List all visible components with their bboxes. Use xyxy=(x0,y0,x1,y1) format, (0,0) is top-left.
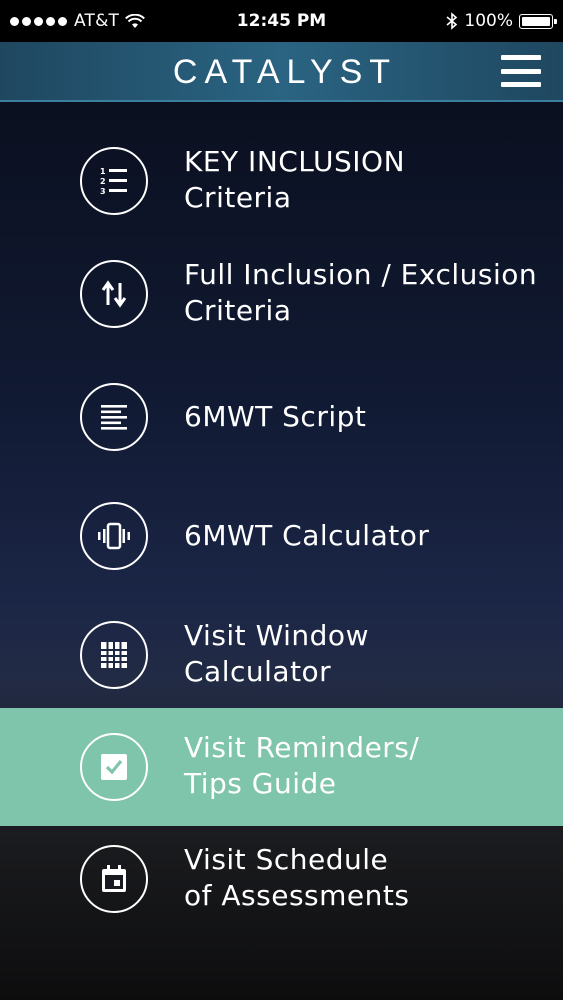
battery-icon xyxy=(519,13,557,29)
numbered-list-icon: 1 2 3 xyxy=(80,147,148,215)
menu-item-full-inclusion-exclusion[interactable]: Full Inclusion / Exclusion Criteria xyxy=(0,235,563,353)
menu-item-line2: Tips Guide xyxy=(184,767,337,800)
menu-item-label: Visit Window Calculator xyxy=(184,618,369,690)
menu-item-line1: Visit Schedule xyxy=(184,843,389,876)
text-lines-icon xyxy=(80,383,148,451)
svg-text:3: 3 xyxy=(100,187,106,196)
menu-item-line1: 6MWT Script xyxy=(184,400,367,433)
calendar-icon xyxy=(80,845,148,913)
menu-item-6mwt-calculator[interactable]: 6MWT Calculator xyxy=(0,477,563,595)
menu-item-label: Full Inclusion / Exclusion Criteria xyxy=(184,257,537,329)
menu-item-visit-window-calculator[interactable]: Visit Window Calculator xyxy=(0,596,563,714)
phone-vibrate-icon xyxy=(80,502,148,570)
menu-item-line1: Visit Reminders/ xyxy=(184,731,420,764)
menu-item-label: 6MWT Script xyxy=(184,399,366,435)
menu-item-label: Visit Reminders/ Tips Guide xyxy=(184,730,419,802)
svg-text:2: 2 xyxy=(100,177,106,186)
menu-item-label: Visit Schedule of Assessments xyxy=(184,842,409,914)
menu-item-line1: 6MWT Calculator xyxy=(184,519,430,552)
menu-item-line1: Visit Window xyxy=(184,619,369,652)
up-down-arrows-icon xyxy=(80,260,148,328)
menu-item-line1: Full Inclusion / Exclusion xyxy=(184,258,538,291)
bluetooth-icon xyxy=(446,12,458,30)
menu-item-line2: Calculator xyxy=(184,655,332,688)
menu-item-key-inclusion[interactable]: 1 2 3 KEY INCLUSION Criteria xyxy=(0,122,563,240)
menu-item-visit-schedule[interactable]: Visit Schedule of Assessments xyxy=(0,820,563,938)
status-right: 100% xyxy=(446,0,557,42)
grid-icon xyxy=(80,621,148,689)
menu-item-line2: Criteria xyxy=(184,294,292,327)
status-bar: AT&T 12:45 PM 100% xyxy=(0,0,563,42)
menu-item-line2: of Assessments xyxy=(184,879,410,912)
menu-item-6mwt-script[interactable]: 6MWT Script xyxy=(0,358,563,476)
menu-item-line2: Criteria xyxy=(184,181,292,214)
nav-bar: CATALYST xyxy=(0,42,563,102)
menu-item-line1: KEY INCLUSION xyxy=(184,145,406,178)
battery-percent: 100% xyxy=(464,11,513,31)
app-title: CATALYST xyxy=(172,53,398,91)
svg-text:1: 1 xyxy=(100,167,106,176)
checkbox-icon xyxy=(80,733,148,801)
menu-item-label: 6MWT Calculator xyxy=(184,518,429,554)
menu-item-visit-reminders-tips[interactable]: Visit Reminders/ Tips Guide xyxy=(0,708,563,826)
menu-item-label: KEY INCLUSION Criteria xyxy=(184,144,405,216)
menu-icon[interactable] xyxy=(501,55,541,87)
